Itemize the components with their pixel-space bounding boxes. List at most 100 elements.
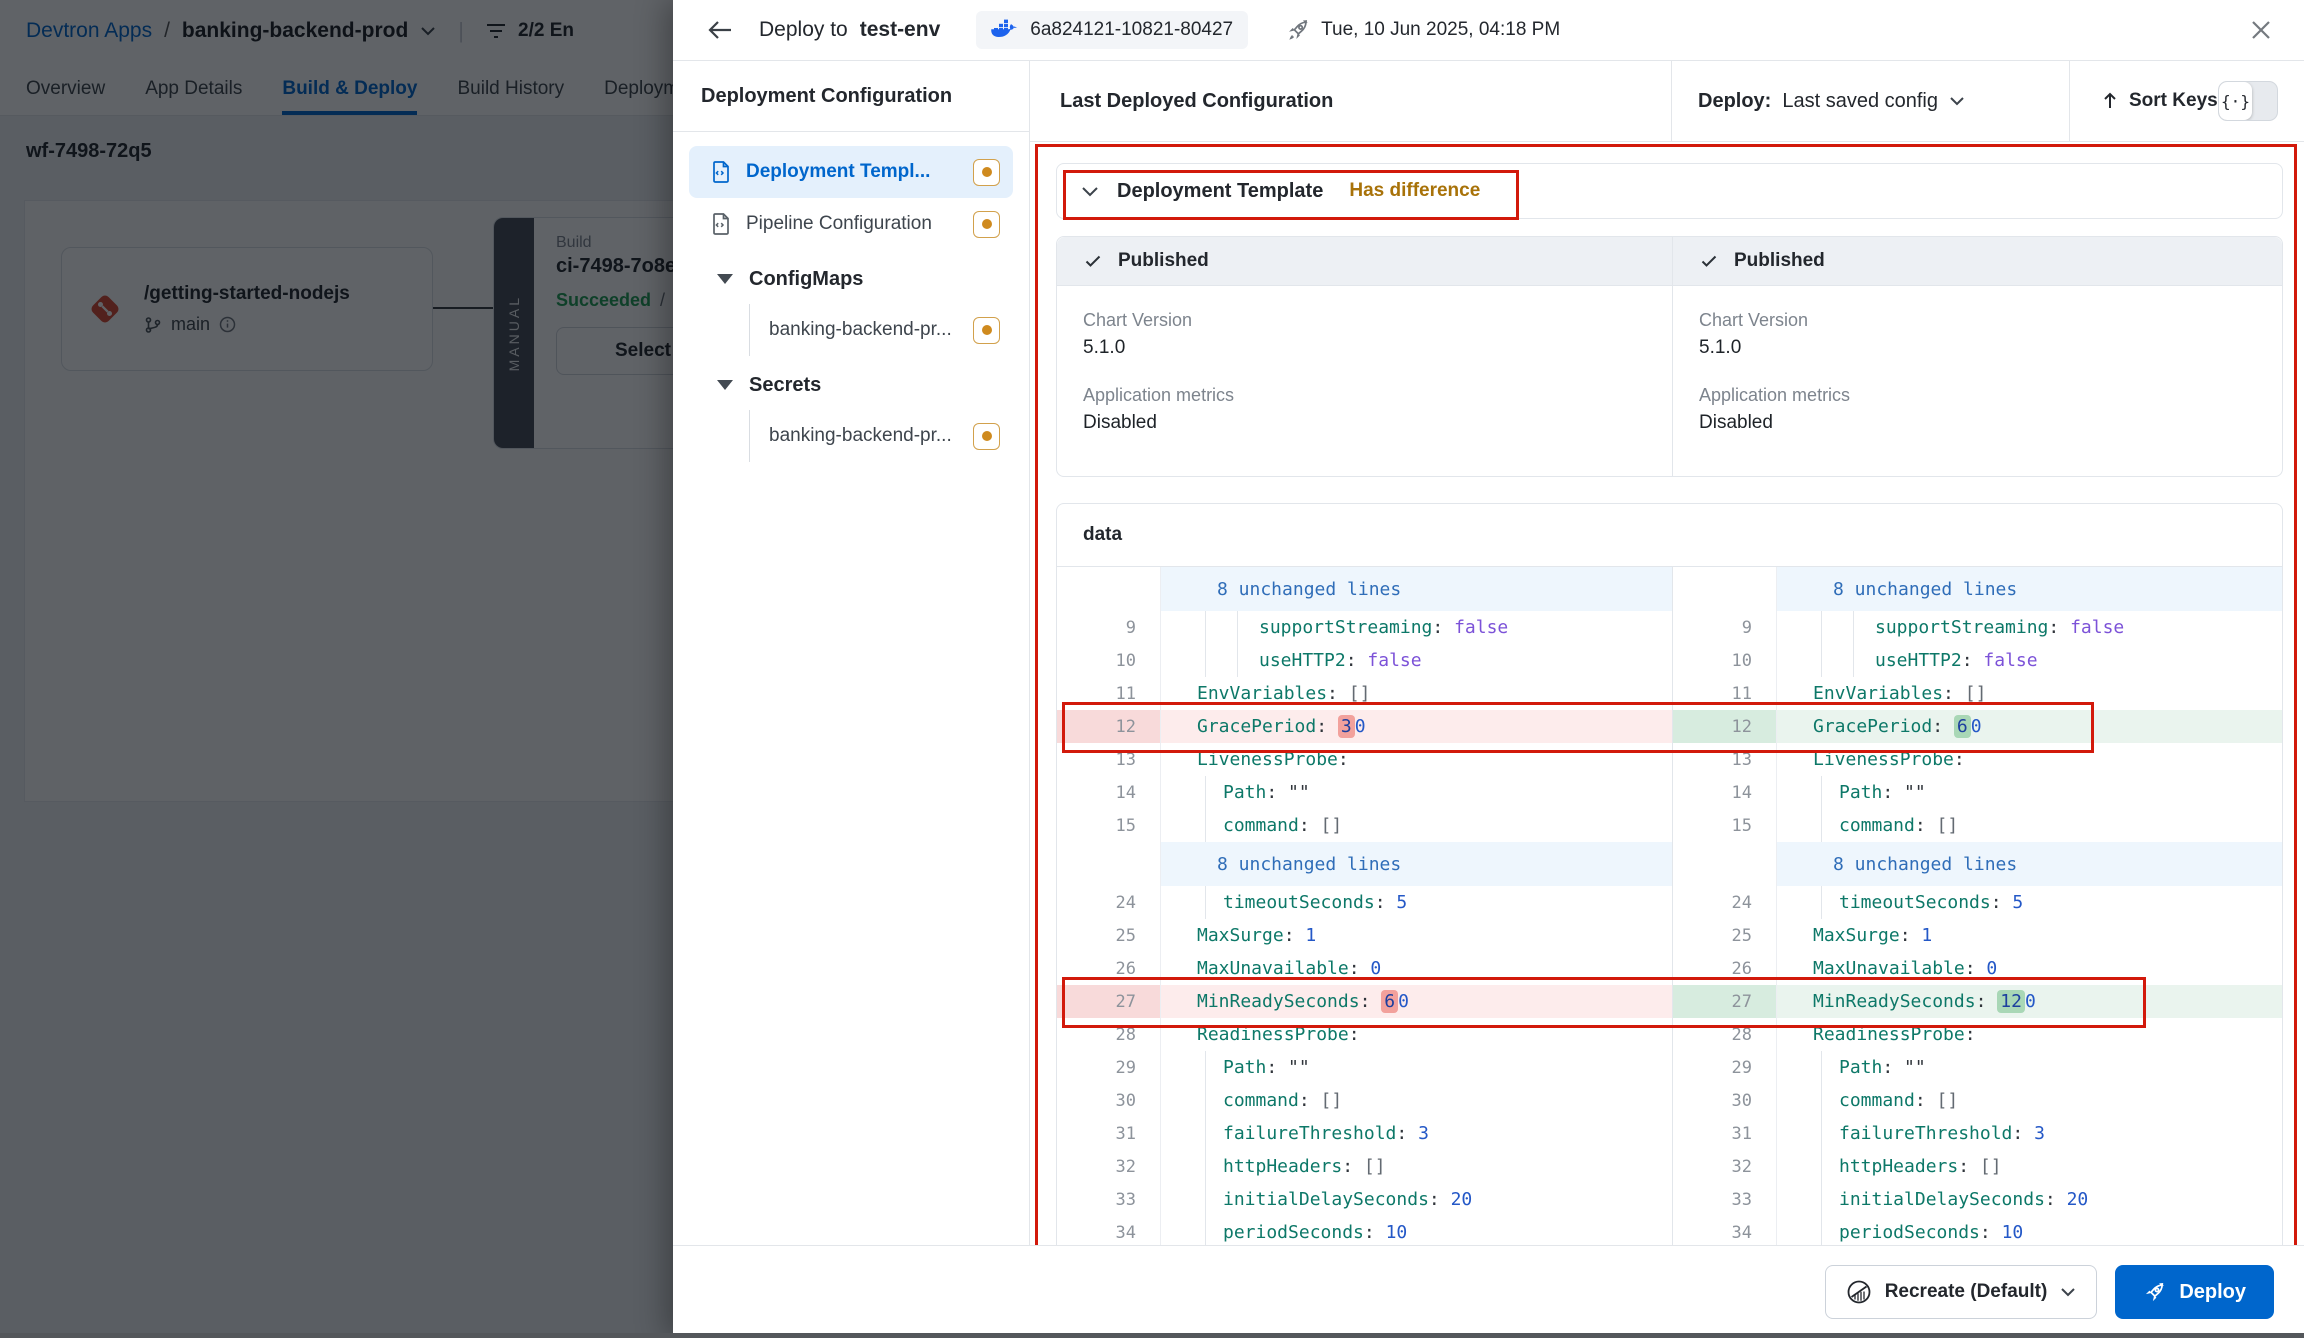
diff-line: 9 supportStreaming: false — [1673, 611, 2282, 644]
field-label: Application metrics — [1083, 385, 1235, 405]
line-number: 28 — [1673, 1018, 1777, 1051]
close-icon — [2250, 19, 2272, 41]
deployment-template-section-header[interactable]: Deployment Template Has difference — [1056, 163, 2283, 219]
diff-line: 15 command: [] — [1057, 809, 1672, 842]
check-icon — [1083, 251, 1103, 271]
target-environment: test-env — [859, 18, 941, 41]
diff-line: 24 timeoutSeconds: 5 — [1057, 886, 1672, 919]
sidebar-group-configmaps[interactable]: ConfigMaps — [689, 254, 1013, 304]
diff-line: 11 EnvVariables: [] — [1673, 677, 2282, 710]
line-number: 9 — [1673, 611, 1777, 644]
diff-line: 28 ReadinessProbe: — [1057, 1018, 1672, 1051]
data-diff-card: data 8 unchanged lines 9 supportStreaming:… — [1056, 503, 2283, 1245]
close-button[interactable] — [2246, 15, 2276, 45]
deployment-strategy-button[interactable]: Recreate (Default) — [1824, 1265, 2098, 1319]
line-number: 11 — [1673, 677, 1777, 710]
line-number: 33 — [1057, 1183, 1161, 1216]
sidebar-item-deployment-template[interactable]: Deployment Templ... — [689, 146, 1013, 198]
diff-line: 32 httpHeaders: [] — [1057, 1150, 1672, 1183]
diff-collapsed-lines[interactable]: 8 unchanged lines — [1057, 842, 1672, 886]
field-value: 5.1.0 — [1083, 337, 1126, 358]
line-number: 12 — [1057, 710, 1161, 743]
diff-line: 32 httpHeaders: [] — [1673, 1150, 2282, 1183]
field-value: 5.1.0 — [1699, 337, 1742, 358]
line-number — [1057, 567, 1161, 611]
sidebar-group-label: ConfigMaps — [749, 267, 864, 290]
diff-line: 34 periodSeconds: 10 — [1673, 1216, 2282, 1245]
diff-collapsed-lines[interactable]: 8 unchanged lines — [1673, 842, 2282, 886]
diff-line: 30 command: [] — [1673, 1084, 2282, 1117]
deploy-button[interactable]: Deploy — [2115, 1265, 2274, 1319]
deploy-config-dropdown[interactable]: Deploy: Last saved config — [1672, 61, 2070, 141]
line-number: 28 — [1057, 1018, 1161, 1051]
deploy-modal: Deploy to test-env 6a824121-10821-80427 … — [673, 0, 2304, 1338]
diff-line: 27 MinReadySeconds: 60 — [1057, 985, 1672, 1018]
line-number: 14 — [1057, 776, 1161, 809]
field-value: Disabled — [1699, 412, 1773, 433]
line-number: 31 — [1057, 1117, 1161, 1150]
diff-line: 27 MinReadySeconds: 12 0 — [1673, 985, 2282, 1018]
sidebar-item-label: Deployment Templ... — [746, 161, 931, 182]
line-number: 25 — [1057, 919, 1161, 952]
line-number: 10 — [1673, 644, 1777, 677]
diff-line: 15 command: [] — [1673, 809, 2282, 842]
field-label: Chart Version — [1083, 310, 1193, 330]
line-number: 31 — [1673, 1117, 1777, 1150]
sidebar-item-pipeline-configuration[interactable]: Pipeline Configuration — [689, 198, 1013, 250]
modal-footer: Recreate (Default) Deploy — [673, 1245, 2304, 1338]
diff-line: 14 Path: "" — [1057, 776, 1672, 809]
line-number: 25 — [1673, 919, 1777, 952]
line-number: 32 — [1057, 1150, 1161, 1183]
line-number: 27 — [1057, 985, 1161, 1018]
sidebar-title: Deployment Configuration — [673, 61, 1029, 132]
sidebar-group-secrets[interactable]: Secrets — [689, 360, 1013, 410]
has-difference-badge: Has difference — [1349, 180, 1481, 201]
sidebar-item-label: Pipeline Configuration — [746, 213, 932, 234]
back-button[interactable] — [703, 15, 737, 45]
diff-line: 24 timeoutSeconds: 5 — [1673, 886, 2282, 919]
modified-indicator-badge — [973, 422, 1000, 450]
image-tag-chip: 6a824121-10821-80427 — [976, 11, 1249, 49]
diff-line: 26 MaxUnavailable: 0 — [1057, 952, 1672, 985]
caret-down-icon — [717, 274, 733, 284]
diff-line: 29 Path: "" — [1057, 1051, 1672, 1084]
line-number: 13 — [1673, 743, 1777, 776]
line-number: 9 — [1057, 611, 1161, 644]
diff-line: 28 ReadinessProbe: — [1673, 1018, 2282, 1051]
diff-line: 33 initialDelaySeconds: 20 — [1673, 1183, 2282, 1216]
code-braces-icon: {·} — [2219, 82, 2252, 120]
diff-line: 25 MaxSurge: 1 — [1673, 919, 2282, 952]
line-number: 26 — [1673, 952, 1777, 985]
diff-collapsed-lines[interactable]: 8 unchanged lines — [1673, 567, 2282, 611]
caret-down-icon — [717, 380, 733, 390]
diff-line: 26 MaxUnavailable: 0 — [1673, 952, 2282, 985]
diff-line: 13 LivenessProbe: — [1057, 743, 1672, 776]
diff-line: 33 initialDelaySeconds: 20 — [1057, 1183, 1672, 1216]
line-number — [1673, 842, 1777, 886]
check-icon — [1699, 251, 1719, 271]
chevron-down-icon — [1949, 96, 1965, 106]
diff-line: 11 EnvVariables: [] — [1057, 677, 1672, 710]
sidebar-group-label: Secrets — [749, 373, 822, 396]
diff-line: 25 MaxSurge: 1 — [1057, 919, 1672, 952]
line-number: 15 — [1057, 809, 1161, 842]
line-number: 12 — [1673, 710, 1777, 743]
line-number: 29 — [1057, 1051, 1161, 1084]
line-number: 14 — [1673, 776, 1777, 809]
sidebar-item-secret-banking-backend[interactable]: banking-backend-pr... — [750, 410, 1013, 462]
modal-header: Deploy to test-env 6a824121-10821-80427 … — [673, 0, 2304, 61]
strategy-icon — [1846, 1279, 1872, 1305]
published-status: Published — [1734, 250, 1825, 271]
code-view-toggle[interactable]: {·} — [2218, 81, 2278, 121]
published-comparison-card: Published Chart Version 5.1.0 Applicatio… — [1056, 236, 2283, 477]
diff-collapsed-lines[interactable]: 8 unchanged lines — [1057, 567, 1672, 611]
modal-title: Deploy to test-env — [759, 18, 941, 41]
modified-indicator-badge — [973, 210, 1000, 238]
config-diff-content: Deployment Template Has difference Publi… — [1030, 142, 2304, 1245]
panel-header: Last Deployed Configuration Deploy: Last… — [1030, 61, 2304, 142]
sidebar-item-configmap-banking-backend[interactable]: banking-backend-pr... — [750, 304, 1013, 356]
sort-keys-button[interactable]: Sort Keys — [2102, 90, 2218, 112]
line-number: 26 — [1057, 952, 1161, 985]
window-bottom-edge — [0, 1333, 2304, 1338]
line-number: 15 — [1673, 809, 1777, 842]
